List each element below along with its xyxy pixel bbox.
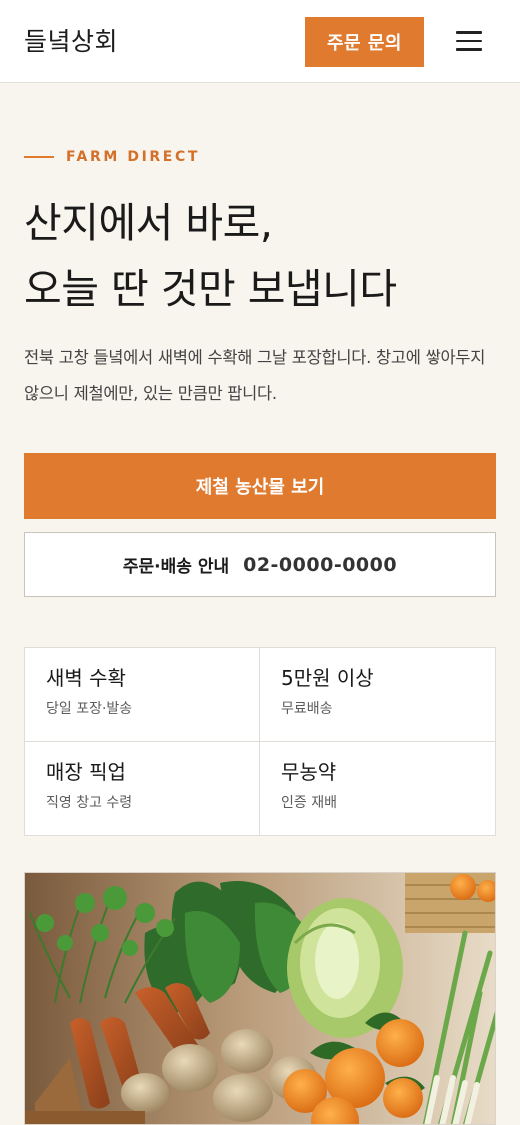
- site-header: 들녘상회 주문 문의: [0, 0, 520, 83]
- feature-free-shipping: 5만원 이상 무료배송: [260, 648, 495, 742]
- site-logo[interactable]: 들녘상회: [24, 22, 118, 58]
- features-grid: 새벽 수확 당일 포장·발송 5만원 이상 무료배송 매장 픽업 직영 창고 수…: [24, 647, 496, 836]
- produce-photo: [24, 872, 496, 1125]
- eyebrow-divider: [24, 156, 54, 158]
- feature-title: 무농약: [281, 759, 337, 784]
- order-shipping-label: 주문·배송 안내: [122, 557, 230, 577]
- feature-store-pickup: 매장 픽업 직영 창고 수령: [25, 741, 260, 835]
- feature-dawn-harvest: 새벽 수확 당일 포장·발송: [25, 648, 260, 742]
- hero-headline-line1: 산지에서 바로,: [24, 199, 273, 247]
- order-shipping-info-button[interactable]: 주문·배송 안내 02-0000-0000: [24, 532, 496, 597]
- feature-pesticide-free: 무농약 인증 재배: [260, 742, 495, 836]
- hamburger-menu-icon[interactable]: [456, 31, 482, 51]
- feature-title: 새벽 수확: [46, 666, 126, 690]
- hero-headline: 산지에서 바로, 오늘 딴 것만 보냅니다: [24, 190, 504, 322]
- feature-subtitle: 당일 포장·발송: [46, 701, 133, 717]
- produce-illustration: [25, 873, 495, 1124]
- order-inquiry-button[interactable]: 주문 문의: [305, 17, 424, 67]
- feature-title: 5만원 이상: [281, 666, 374, 690]
- feature-subtitle: 인증 재배: [281, 794, 337, 811]
- hero-eyebrow: FARM DIRECT: [66, 149, 200, 165]
- feature-title: 매장 픽업: [46, 759, 126, 784]
- hero-description: 전북 고창 들녘에서 새벽에 수확해 그날 포장합니다. 창고에 쌓아두지 않으…: [24, 348, 486, 403]
- feature-subtitle: 직영 창고 수령: [46, 794, 133, 811]
- phone-number: 02-0000-0000: [243, 553, 398, 576]
- seasonal-produce-button[interactable]: 제철 농산물 보기: [24, 453, 496, 519]
- hero-headline-line2: 오늘 딴 것만 보냅니다: [24, 265, 397, 313]
- feature-subtitle: 무료배송: [281, 701, 333, 717]
